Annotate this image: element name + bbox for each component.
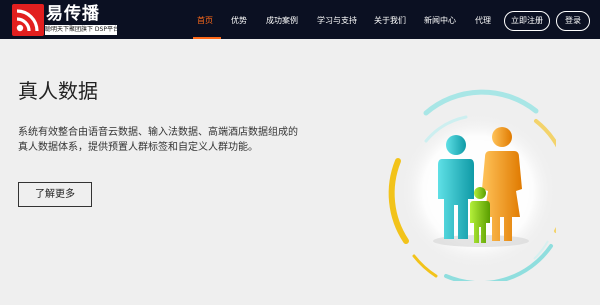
nav-item-advantages[interactable]: 优势 bbox=[231, 0, 247, 39]
login-button[interactable]: 登录 bbox=[556, 11, 590, 31]
hero-section: 真人数据 系统有效整合由语音云数据、输入法数据、高端酒店数据组成的真人数据体系，… bbox=[0, 39, 600, 305]
brand-name: 易传播 bbox=[46, 4, 100, 24]
people-group-icon bbox=[386, 81, 571, 286]
logo[interactable]: 易传播 聪明天下聚团旗下 DSP平台 bbox=[12, 4, 117, 36]
hero-description: 系统有效整合由语音云数据、输入法数据、高端酒店数据组成的真人数据体系，提供预置人… bbox=[18, 127, 298, 153]
learn-more-button[interactable]: 了解更多 bbox=[18, 182, 92, 207]
nav-item-news[interactable]: 新闻中心 bbox=[424, 0, 456, 39]
rss-broadcast-icon bbox=[12, 4, 44, 36]
nav-item-cases[interactable]: 成功案例 bbox=[266, 0, 298, 39]
nav-item-agent[interactable]: 代理 bbox=[475, 0, 491, 39]
nav-item-home[interactable]: 首页 bbox=[197, 0, 213, 39]
nav-item-learning-support[interactable]: 学习与支持 bbox=[317, 0, 357, 39]
top-navbar: 易传播 聪明天下聚团旗下 DSP平台 首页 优势 成功案例 学习与支持 关于我们… bbox=[0, 0, 600, 39]
register-button[interactable]: 立即注册 bbox=[504, 11, 550, 31]
brand-tagline: 聪明天下聚团旗下 DSP平台 bbox=[45, 25, 117, 35]
hero-title: 真人数据 bbox=[18, 79, 98, 103]
nav-item-about[interactable]: 关于我们 bbox=[374, 0, 406, 39]
